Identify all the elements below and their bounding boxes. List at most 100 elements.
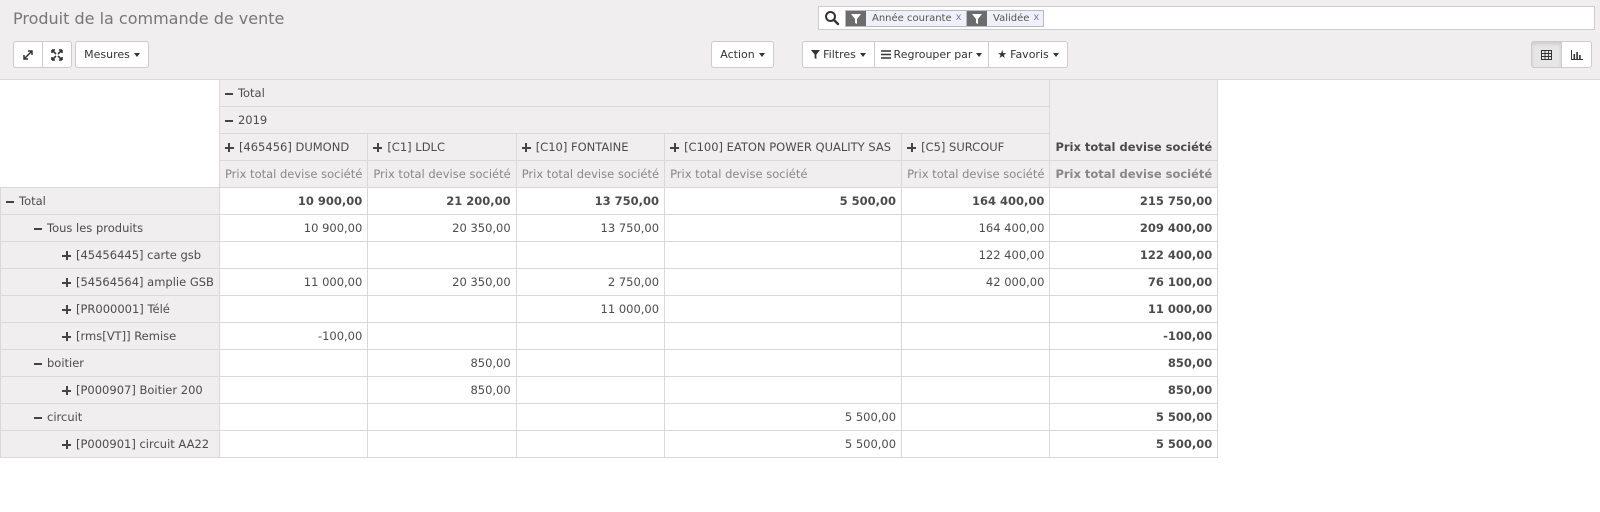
- table-cell[interactable]: 10 900,00: [218, 187, 369, 215]
- row-header[interactable]: [P000907] Boitier 200: [0, 376, 220, 404]
- table-cell[interactable]: [218, 376, 369, 404]
- flip-axis-button[interactable]: [13, 41, 43, 68]
- table-total-cell[interactable]: 5 500,00: [1049, 430, 1219, 458]
- table-cell[interactable]: 5 500,00: [664, 187, 903, 215]
- table-cell[interactable]: [664, 214, 903, 242]
- table-cell[interactable]: [515, 322, 666, 350]
- table-cell[interactable]: [218, 241, 369, 269]
- row-header[interactable]: circuit: [0, 403, 220, 431]
- table-cell[interactable]: [218, 349, 369, 377]
- action-dropdown[interactable]: Action: [711, 41, 774, 68]
- table-cell[interactable]: [218, 403, 369, 431]
- table-cell[interactable]: 21 200,00: [367, 187, 517, 215]
- table-cell[interactable]: [367, 430, 517, 458]
- table-total-cell[interactable]: 850,00: [1049, 349, 1219, 377]
- search-icon[interactable]: [824, 10, 840, 26]
- table-cell[interactable]: [515, 376, 666, 404]
- table-cell[interactable]: [901, 403, 1051, 431]
- expand-all-button[interactable]: [42, 41, 72, 68]
- table-cell[interactable]: [664, 268, 903, 296]
- groupby-label: Regrouper par: [893, 48, 973, 61]
- table-cell[interactable]: [367, 322, 517, 350]
- row-header[interactable]: [P000901] circuit AA22: [0, 430, 220, 458]
- table-total-cell[interactable]: -100,00: [1049, 322, 1219, 350]
- table-cell[interactable]: 20 350,00: [367, 214, 517, 242]
- table-cell[interactable]: [901, 349, 1051, 377]
- measure-header[interactable]: Prix total devise société: [664, 160, 903, 188]
- table-cell[interactable]: 5 500,00: [664, 430, 903, 458]
- header-customer[interactable]: [C5] SURCOUF: [901, 133, 1051, 161]
- table-cell[interactable]: [515, 430, 666, 458]
- pivot-table: Total Prix total devise société 2019 [46…: [0, 79, 1219, 458]
- table-cell[interactable]: 11 000,00: [218, 268, 369, 296]
- table-cell[interactable]: 5 500,00: [664, 403, 903, 431]
- table-total-cell[interactable]: 215 750,00: [1049, 187, 1219, 215]
- measure-header[interactable]: Prix total devise société: [367, 160, 517, 188]
- table-cell[interactable]: 122 400,00: [901, 241, 1051, 269]
- groupby-dropdown[interactable]: Regrouper par: [874, 41, 989, 68]
- table-total-cell[interactable]: 5 500,00: [1049, 403, 1219, 431]
- facet-remove-button[interactable]: x: [1033, 11, 1043, 26]
- row-header[interactable]: Total: [0, 187, 220, 215]
- table-cell[interactable]: [664, 241, 903, 269]
- table-cell[interactable]: 13 750,00: [515, 187, 666, 215]
- bar-chart-icon: [1570, 49, 1583, 60]
- header-customer[interactable]: [C100] EATON POWER QUALITY SAS: [664, 133, 903, 161]
- header-customer[interactable]: [C10] FONTAINE: [515, 133, 666, 161]
- table-total-cell[interactable]: 209 400,00: [1049, 214, 1219, 242]
- measure-header[interactable]: Prix total devise société: [218, 160, 369, 188]
- table-cell[interactable]: 10 900,00: [218, 214, 369, 242]
- table-cell[interactable]: [664, 322, 903, 350]
- table-total-cell[interactable]: 122 400,00: [1049, 241, 1219, 269]
- table-cell[interactable]: [901, 322, 1051, 350]
- table-cell[interactable]: [664, 349, 903, 377]
- table-total-cell[interactable]: 850,00: [1049, 376, 1219, 404]
- table-cell[interactable]: [367, 241, 517, 269]
- table-total-cell[interactable]: 11 000,00: [1049, 295, 1219, 323]
- table-cell[interactable]: [901, 430, 1051, 458]
- table-cell[interactable]: [218, 295, 369, 323]
- table-cell[interactable]: 13 750,00: [515, 214, 666, 242]
- favorites-dropdown[interactable]: ★ Favoris: [988, 41, 1068, 68]
- total-column-header[interactable]: Prix total devise société: [1049, 79, 1219, 161]
- row-header[interactable]: [45456445] carte gsb: [0, 241, 220, 269]
- measure-header[interactable]: Prix total devise société: [901, 160, 1051, 188]
- pivot-view-button[interactable]: [1531, 41, 1562, 68]
- table-cell[interactable]: [367, 403, 517, 431]
- table-total-cell[interactable]: 76 100,00: [1049, 268, 1219, 296]
- row-header[interactable]: boitier: [0, 349, 220, 377]
- header-total[interactable]: Total: [218, 79, 1051, 107]
- table-cell[interactable]: [664, 295, 903, 323]
- row-header[interactable]: [rms[VT]] Remise: [0, 322, 220, 350]
- table-cell[interactable]: 164 400,00: [901, 187, 1051, 215]
- table-cell[interactable]: 164 400,00: [901, 214, 1051, 242]
- row-header[interactable]: [PR000001] Télé: [0, 295, 220, 323]
- table-cell[interactable]: [367, 295, 517, 323]
- table-cell[interactable]: 2 750,00: [515, 268, 666, 296]
- header-year[interactable]: 2019: [218, 106, 1051, 134]
- table-cell[interactable]: 11 000,00: [515, 295, 666, 323]
- table-cell[interactable]: 42 000,00: [901, 268, 1051, 296]
- measures-dropdown[interactable]: Mesures: [75, 41, 149, 68]
- filters-dropdown[interactable]: Filtres: [802, 41, 875, 68]
- table-cell[interactable]: [218, 430, 369, 458]
- facet-remove-button[interactable]: x: [956, 11, 966, 26]
- header-customer[interactable]: [465456] DUMOND: [218, 133, 369, 161]
- row-header[interactable]: [54564564] amplie GSB: [0, 268, 220, 296]
- table-cell[interactable]: [515, 403, 666, 431]
- table-cell[interactable]: 850,00: [367, 349, 517, 377]
- table-cell[interactable]: [901, 376, 1051, 404]
- table-cell[interactable]: [901, 295, 1051, 323]
- search-bar[interactable]: Année courante x Validée x: [818, 6, 1595, 30]
- table-cell[interactable]: [664, 376, 903, 404]
- measure-header[interactable]: Prix total devise société: [515, 160, 666, 188]
- table-cell[interactable]: 850,00: [367, 376, 517, 404]
- table-cell[interactable]: [515, 349, 666, 377]
- header-customer[interactable]: [C1] LDLC: [367, 133, 517, 161]
- row-header[interactable]: Tous les produits: [0, 214, 220, 242]
- table-cell[interactable]: -100,00: [218, 322, 369, 350]
- table-cell[interactable]: [515, 241, 666, 269]
- graph-view-button[interactable]: [1561, 41, 1592, 68]
- table-cell[interactable]: 20 350,00: [367, 268, 517, 296]
- total-measure-header[interactable]: Prix total devise société: [1049, 160, 1219, 188]
